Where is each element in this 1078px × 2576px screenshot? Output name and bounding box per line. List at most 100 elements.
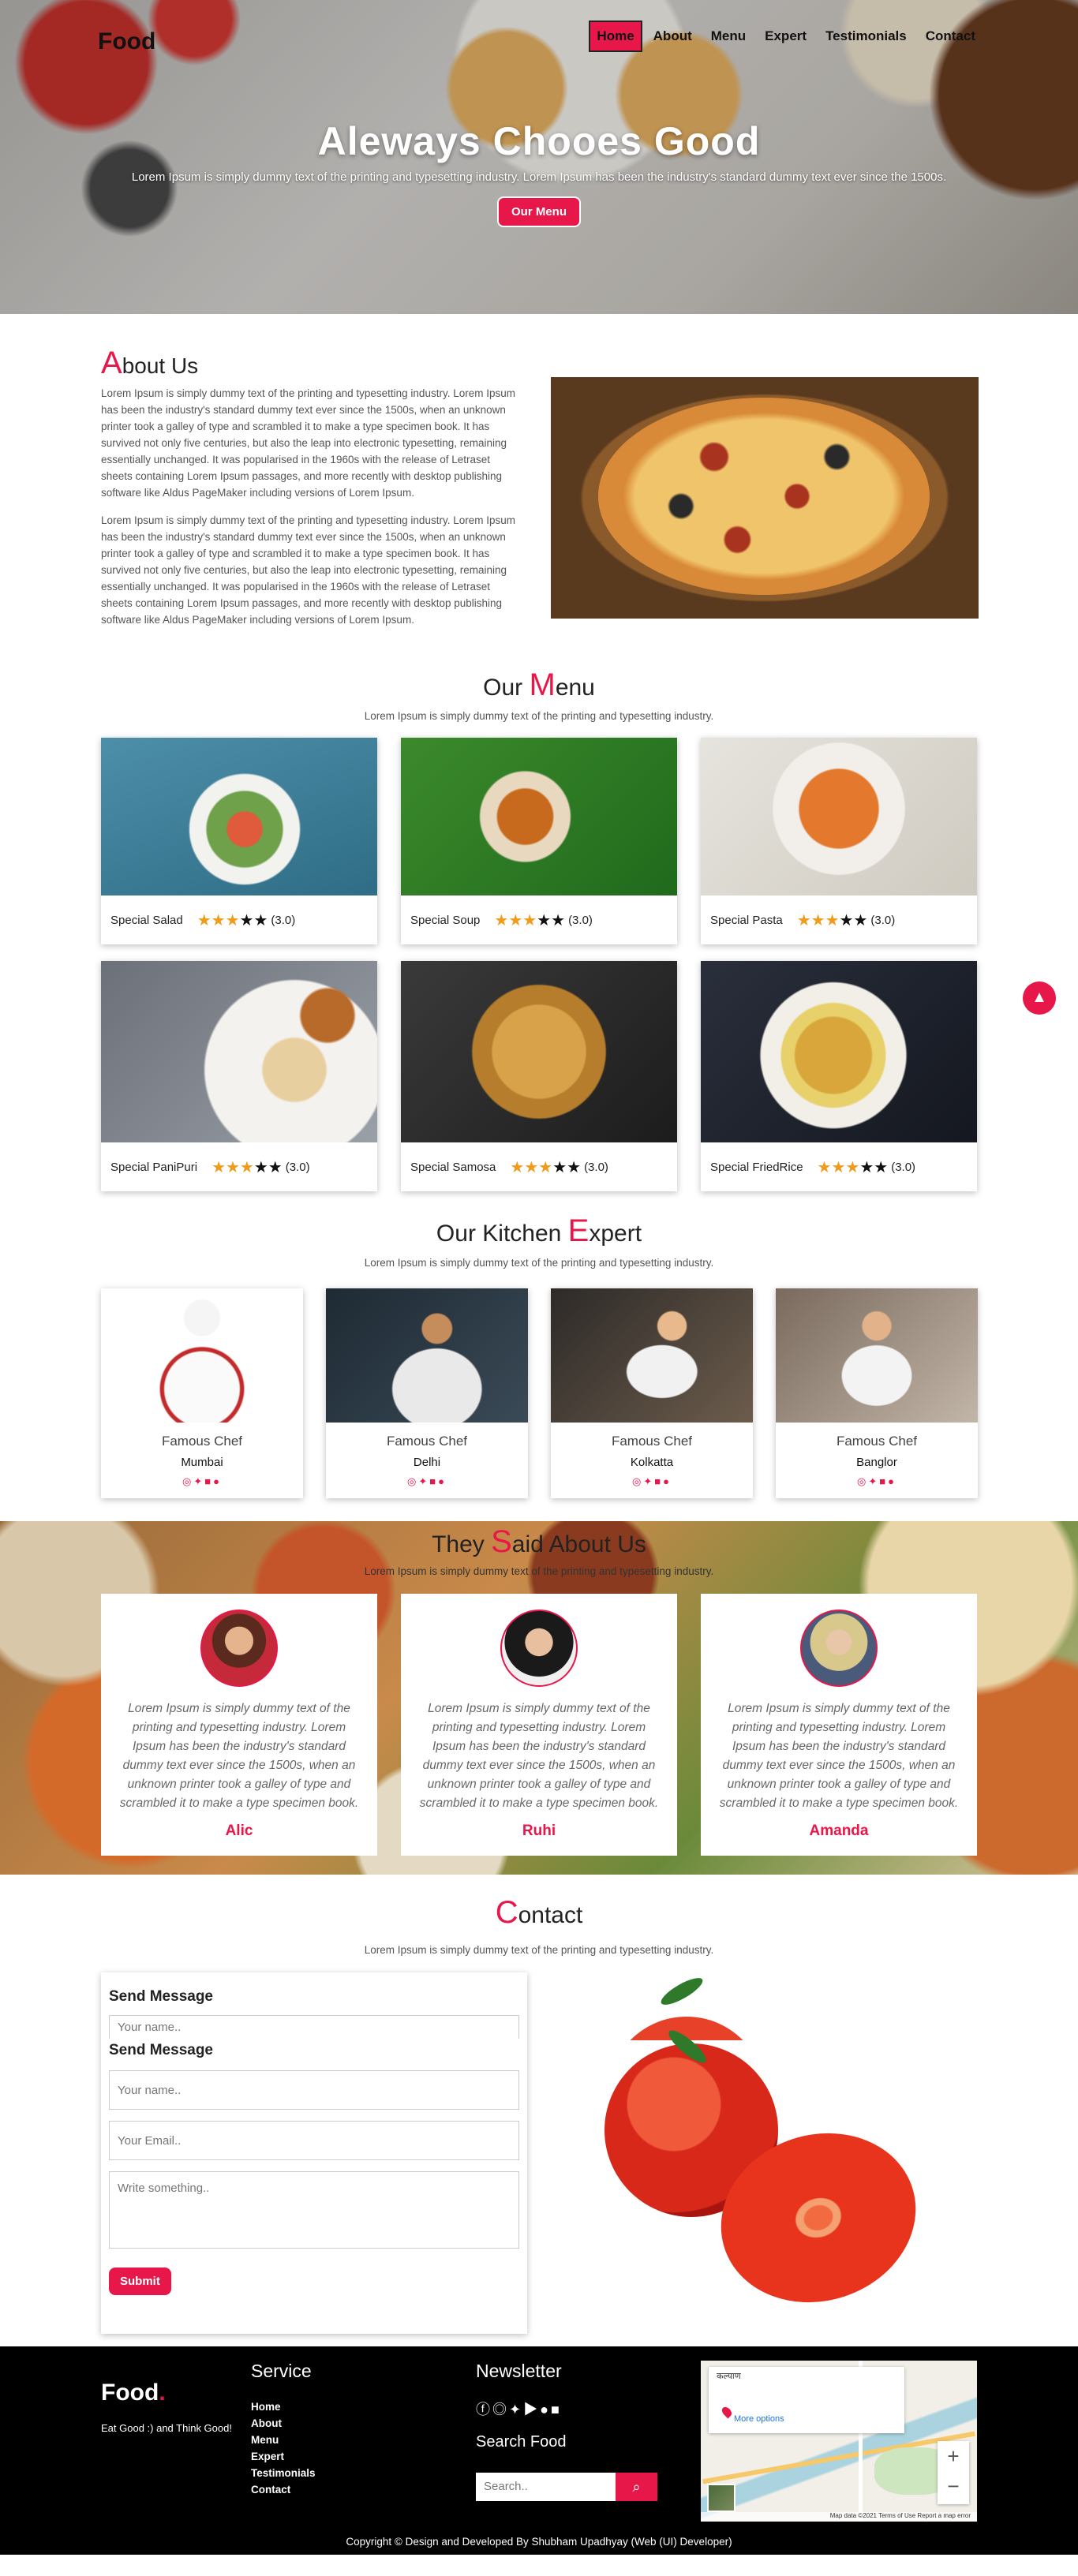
zoom-in-icon[interactable]: + xyxy=(938,2441,969,2471)
linkedin-icon[interactable]: ■ xyxy=(204,1475,213,1487)
name-field-ghost[interactable] xyxy=(109,2015,519,2039)
map-attribution: Map data ©2021 Terms of Use Report a map… xyxy=(701,2512,977,2522)
github-icon[interactable]: ● xyxy=(540,2402,551,2417)
nav-item-about[interactable]: About xyxy=(646,21,700,52)
instagram-icon[interactable]: ◎ xyxy=(492,2402,509,2417)
twitter-icon[interactable]: ✦ xyxy=(643,1475,654,1487)
chef-city: Delhi xyxy=(413,1456,441,1469)
star-icon: ★★ xyxy=(839,911,868,929)
salad-image xyxy=(101,738,377,895)
name-field[interactable] xyxy=(109,2070,519,2110)
google-map[interactable]: कल्याण More options + − Map data ©2021 Te… xyxy=(701,2361,977,2522)
footer-link-menu[interactable]: Menu xyxy=(251,2432,316,2448)
star-rating: ★★★★★ xyxy=(818,1157,889,1177)
navbar: Food Home About Menu Expert Testimonials… xyxy=(0,21,1078,57)
chef-photo xyxy=(101,1288,303,1423)
scroll-to-top-button[interactable]: ▲ xyxy=(1023,981,1056,1015)
linkedin-icon[interactable]: ■ xyxy=(429,1475,438,1487)
menu-heading: Our Menu xyxy=(0,667,1078,703)
contact-subtitle: Lorem Ipsum is simply dummy text of the … xyxy=(364,1944,714,1956)
menu-heading-rest: enu xyxy=(555,675,595,701)
footer-link-about[interactable]: About xyxy=(251,2415,316,2432)
instagram-icon[interactable]: ◎ xyxy=(632,1475,643,1487)
twitter-icon[interactable]: ✦ xyxy=(418,1475,429,1487)
about-paragraph: Lorem Ipsum is simply dummy text of the … xyxy=(101,514,515,626)
map-satellite-toggle[interactable] xyxy=(707,2484,736,2512)
twitter-icon[interactable]: ✦ xyxy=(868,1475,879,1487)
chef-city: Mumbai xyxy=(181,1456,223,1469)
rating-value: (3.0) xyxy=(891,1160,916,1174)
our-menu-button[interactable]: Our Menu xyxy=(497,196,581,227)
menu-card[interactable]: Special PaniPuri ★★★★★ (3.0) xyxy=(101,961,377,1191)
chef-photo xyxy=(551,1288,753,1423)
avatar xyxy=(500,1610,578,1687)
rating-value: (3.0) xyxy=(271,913,296,927)
footer-search-button[interactable]: ⌕ xyxy=(616,2473,657,2501)
menu-subtitle: Lorem Ipsum is simply dummy text of the … xyxy=(364,710,714,722)
chef-social-links: ◎✦■● xyxy=(326,1475,528,1488)
nav-item-menu[interactable]: Menu xyxy=(703,21,754,52)
nav-item-home[interactable]: Home xyxy=(589,21,642,52)
rating-value: (3.0) xyxy=(584,1160,608,1174)
star-icon: ★★★ xyxy=(796,911,840,929)
contact-section: Contact Lorem Ipsum is simply dummy text… xyxy=(0,1875,1078,2346)
instagram-icon[interactable]: ◎ xyxy=(407,1475,418,1487)
footer-link-home[interactable]: Home xyxy=(251,2398,316,2415)
footer-link-expert[interactable]: Expert xyxy=(251,2448,316,2465)
menu-card[interactable]: Special Samosa ★★★★★ (3.0) xyxy=(401,961,677,1191)
youtube-icon[interactable]: ▶ xyxy=(523,2402,540,2417)
testimonials-heading-prefix: They xyxy=(432,1531,492,1557)
hero-content: Aleways Chooes Good Lorem Ipsum is simpl… xyxy=(0,118,1078,227)
chef-photo xyxy=(326,1288,528,1423)
facebook-icon[interactable]: ⓕ xyxy=(476,2402,492,2417)
twitter-icon[interactable]: ✦ xyxy=(509,2402,523,2417)
pasta-image xyxy=(701,738,977,895)
instagram-icon[interactable]: ◎ xyxy=(182,1475,193,1487)
footer-link-contact[interactable]: Contact xyxy=(251,2481,316,2498)
pinterest-icon[interactable]: ● xyxy=(213,1475,222,1487)
menu-card[interactable]: Special Pasta ★★★★★ (3.0) xyxy=(701,738,977,944)
chef-title: Famous Chef xyxy=(386,1434,468,1449)
pinterest-icon[interactable]: ● xyxy=(438,1475,447,1487)
site-logo[interactable]: Food xyxy=(98,28,155,55)
chef-card: Famous Chef Banglor ◎✦■● xyxy=(776,1288,978,1498)
contact-heading-initial: C xyxy=(495,1895,518,1930)
email-field[interactable] xyxy=(109,2121,519,2160)
menu-card[interactable]: Special Salad ★★★★★ (3.0) xyxy=(101,738,377,944)
pinterest-icon[interactable]: ● xyxy=(888,1475,896,1487)
linkedin-icon[interactable]: ■ xyxy=(551,2402,562,2417)
menu-card-meta: Special Samosa ★★★★★ (3.0) xyxy=(401,1142,677,1191)
chef-social-links: ◎✦■● xyxy=(551,1475,753,1488)
about-heading: About Us xyxy=(101,346,198,381)
menu-card[interactable]: Special FriedRice ★★★★★ (3.0) xyxy=(701,961,977,1191)
testimonials-heading-initial: S xyxy=(491,1524,512,1559)
menu-card-meta: Special PaniPuri ★★★★★ (3.0) xyxy=(101,1142,377,1191)
footer-social-links: ⓕ◎✦▶●■ xyxy=(476,2398,562,2419)
nav-item-contact[interactable]: Contact xyxy=(918,21,983,52)
menu-card[interactable]: Special Soup ★★★★★ (3.0) xyxy=(401,738,677,944)
newsletter-heading: Newsletter xyxy=(476,2361,562,2381)
chef-card: Famous Chef Mumbai ◎✦■● xyxy=(101,1288,303,1498)
copyright-text: Copyright © Design and Developed By Shub… xyxy=(346,2536,732,2548)
map-more-options-link[interactable]: More options xyxy=(734,2414,784,2424)
chef-photo xyxy=(776,1288,978,1423)
twitter-icon[interactable]: ✦ xyxy=(193,1475,204,1487)
instagram-icon[interactable]: ◎ xyxy=(857,1475,868,1487)
rating-value: (3.0) xyxy=(568,913,593,927)
nav-item-expert[interactable]: Expert xyxy=(757,21,814,52)
nav-item-testimonials[interactable]: Testimonials xyxy=(818,21,915,52)
message-field[interactable] xyxy=(109,2171,519,2249)
menu-item-name: Special Samosa xyxy=(410,1160,496,1174)
linkedin-icon[interactable]: ■ xyxy=(654,1475,663,1487)
footer-logo[interactable]: Food. xyxy=(101,2380,166,2406)
linkedin-icon[interactable]: ■ xyxy=(879,1475,888,1487)
menu-item-name: Special Pasta xyxy=(710,913,783,927)
testimonial-quote: Lorem Ipsum is simply dummy text of the … xyxy=(719,1702,959,1810)
form-title: Send Message xyxy=(109,1988,213,2005)
about-section: About Us Lorem Ipsum is simply dummy tex… xyxy=(0,314,1078,661)
zoom-out-icon[interactable]: − xyxy=(938,2471,969,2501)
pinterest-icon[interactable]: ● xyxy=(663,1475,672,1487)
submit-button[interactable]: Submit xyxy=(109,2268,171,2295)
chef-title: Famous Chef xyxy=(161,1434,243,1449)
footer-link-testimonials[interactable]: Testimonials xyxy=(251,2465,316,2481)
